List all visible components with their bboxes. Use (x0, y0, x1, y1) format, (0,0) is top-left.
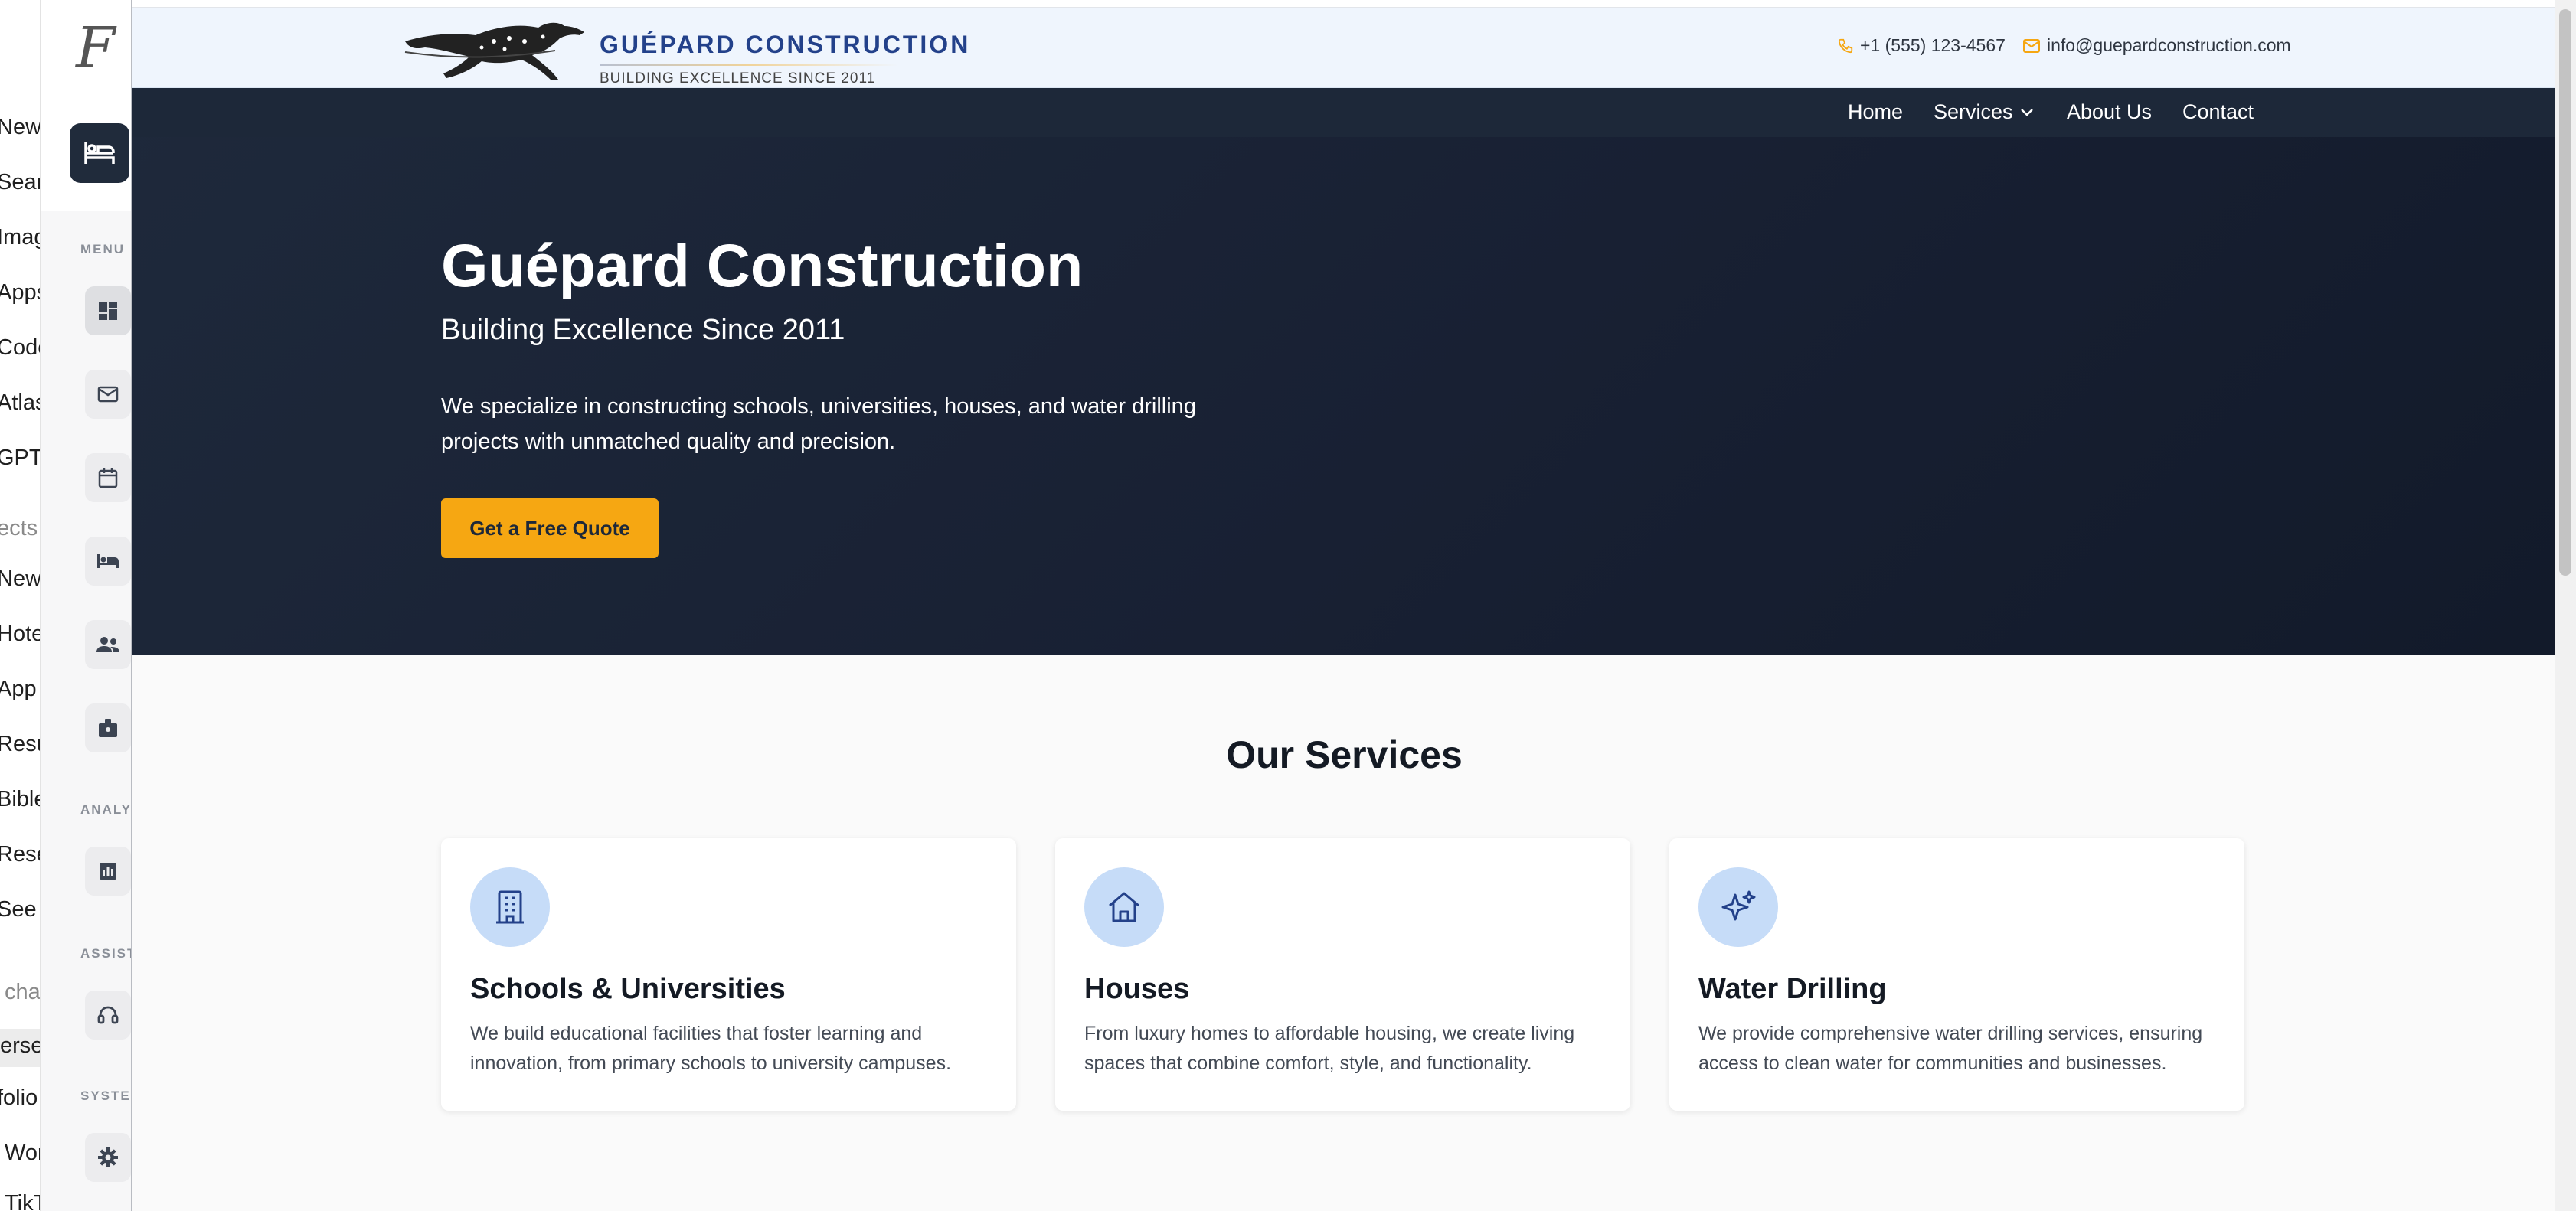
brand-tagline: BUILDING EXCELLENCE SINCE 2011 (600, 70, 876, 86)
calendar-icon[interactable] (85, 453, 131, 502)
hero-subtitle: Building Excellence Since 2011 (441, 314, 845, 346)
bg-sidebar-item[interactable]: folio (0, 1085, 38, 1111)
hero-description: We specialize in constructing schools, u… (441, 394, 1196, 454)
brand-underline (600, 64, 898, 66)
service-card-schools[interactable]: Schools & Universities We build educatio… (441, 838, 1016, 1111)
bg-sidebar-item[interactable]: Code (0, 335, 46, 361)
scrollbar-thumb[interactable] (2559, 9, 2571, 576)
service-card-water-drilling[interactable]: Water Drilling We provide comprehensive … (1669, 838, 2244, 1111)
admin-section-system: SYSTE (80, 1089, 131, 1103)
nav-services[interactable]: Services (1934, 100, 2035, 124)
admin-logo[interactable]: F (76, 15, 115, 81)
bg-sidebar-section: cha (5, 980, 41, 1004)
services-heading: Our Services (1226, 733, 1463, 776)
bg-sidebar-section: ects (0, 516, 38, 540)
bg-sidebar-item-active[interactable]: ersed (0, 1029, 46, 1067)
people-icon[interactable] (85, 620, 131, 669)
bed-icon[interactable] (85, 537, 131, 586)
admin-section-assistant: ASSIST (80, 946, 132, 961)
background-chat-sidebar: New Searc Imag Apps Code Atlas GPTs ects… (0, 0, 46, 1211)
house-icon (1084, 867, 1164, 947)
service-title: Houses (1084, 973, 1190, 1005)
services-section: Our Services Schools & Universities We b… (132, 655, 2555, 1211)
email-contact[interactable]: info@guepardconstruction.com (2022, 35, 2291, 56)
service-description: We provide comprehensive water drilling … (1698, 1023, 2203, 1074)
sparkles-icon (1698, 867, 1778, 947)
bg-sidebar-item[interactable]: Atlas (0, 390, 46, 416)
admin-sidebar-header: F (41, 0, 132, 211)
bg-sidebar-item[interactable]: Hote (0, 622, 44, 647)
bg-sidebar-item[interactable]: Rese (0, 842, 46, 867)
website-viewport: GUÉPARD CONSTRUCTION BUILDING EXCELLENCE… (131, 0, 2555, 1211)
bg-sidebar-item[interactable]: App (0, 677, 37, 702)
hotel-icon[interactable] (70, 123, 129, 183)
phone-icon (1838, 38, 1853, 53)
bg-sidebar-item[interactable]: Resu (0, 732, 46, 757)
nav-contact[interactable]: Contact (2182, 100, 2254, 124)
service-title: Water Drilling (1698, 973, 1887, 1005)
gear-icon[interactable] (85, 1133, 131, 1182)
admin-section-menu: MENU (80, 242, 126, 256)
admin-section-analytics: ANALY (80, 802, 132, 817)
badge-icon[interactable] (85, 703, 131, 752)
contact-topbar: GUÉPARD CONSTRUCTION BUILDING EXCELLENCE… (132, 8, 2555, 88)
nav-home[interactable]: Home (1848, 100, 1903, 124)
mail-icon[interactable] (85, 370, 131, 419)
email-address: info@guepardconstruction.com (2047, 35, 2291, 55)
admin-sidebar: F MENU ANALY ASSIST SYSTE (40, 0, 132, 1211)
building-icon (470, 867, 550, 947)
hero-title: Guépard Construction (441, 231, 1084, 299)
service-card-houses[interactable]: Houses From luxury homes to affordable h… (1055, 838, 1630, 1111)
bg-sidebar-item[interactable]: Searc (0, 170, 46, 195)
get-quote-button[interactable]: Get a Free Quote (441, 498, 659, 558)
support-icon[interactable] (85, 991, 131, 1040)
service-description: We build educational facilities that fos… (470, 1023, 952, 1074)
bg-sidebar-item[interactable]: GPTs (0, 446, 46, 471)
phone-number: +1 (555) 123-4567 (1860, 35, 2006, 55)
nav-services-label: Services (1934, 100, 2013, 123)
hero-section: Home Services About Us Contact Guépard C… (132, 88, 2555, 655)
service-description: From luxury homes to affordable housing,… (1084, 1023, 1575, 1074)
nav-about[interactable]: About Us (2067, 100, 2152, 124)
dashboard-icon[interactable] (85, 286, 131, 335)
bg-sidebar-item[interactable]: Bible (0, 787, 46, 812)
cheetah-logo-icon (404, 22, 584, 80)
top-strip (132, 0, 2555, 8)
mail-icon (2023, 38, 2040, 53)
chart-icon[interactable] (85, 847, 131, 896)
bg-sidebar-item[interactable]: Imag (0, 225, 46, 250)
bg-sidebar-item[interactable]: Apps (0, 280, 46, 305)
brand-name: GUÉPARD CONSTRUCTION (600, 31, 971, 58)
service-title: Schools & Universities (470, 973, 786, 1005)
bg-sidebar-item[interactable]: New (0, 566, 41, 592)
main-navbar: Home Services About Us Contact (132, 88, 2555, 137)
bg-sidebar-item[interactable]: Wor (5, 1141, 45, 1166)
chevron-down-icon (2020, 108, 2033, 116)
bg-sidebar-item[interactable]: See r (0, 897, 46, 922)
brand-logo[interactable]: GUÉPARD CONSTRUCTION BUILDING EXCELLENCE… (402, 18, 968, 87)
phone-contact[interactable]: +1 (555) 123-4567 (1837, 35, 2006, 56)
bg-sidebar-item[interactable]: New (0, 115, 41, 140)
